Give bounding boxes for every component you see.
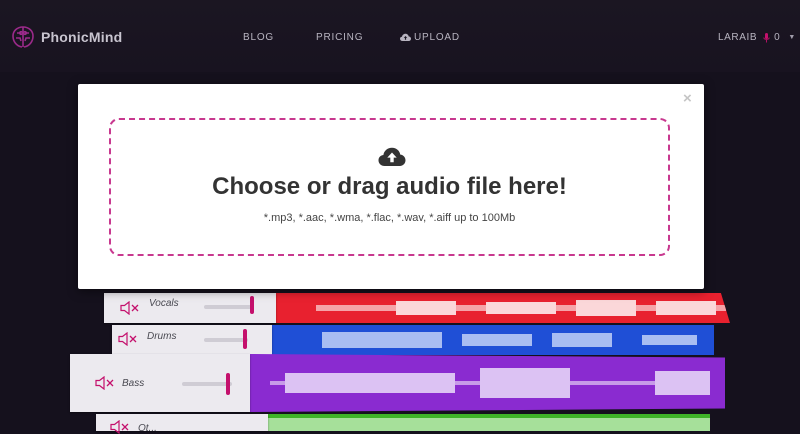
supported-formats-text: *.mp3, *.aac, *.wma, *.flac, *.wav, *.ai… [263,212,516,224]
track-others-label: Ot... [138,423,157,434]
nav-link-blog[interactable]: BLOG [243,32,274,43]
top-navigation-bar: PhonicMind BLOG PRICING UPLOAD LARAIB 0 … [0,0,800,72]
credit-count: 0 [774,32,781,43]
speaker-mute-icon[interactable] [120,301,140,315]
track-drums: Drums [112,325,714,355]
track-vocals-controls: Vocals [104,293,276,323]
nav-link-upload[interactable]: UPLOAD [400,32,460,43]
waveform-bass [250,354,725,412]
volume-slider-vocals[interactable] [204,305,252,309]
brand-name: PhonicMind [41,29,123,45]
track-bass: Bass [70,354,725,412]
waveform-drums [272,325,714,355]
speaker-mute-icon[interactable] [118,332,138,346]
track-others: Ot... [96,414,710,434]
user-menu[interactable]: LARAIB 0 ▼ [718,32,796,43]
brain-logo-icon [12,26,34,48]
waveform-others-graphic [268,418,710,431]
dropzone-title: Choose or drag audio file here! [212,173,567,200]
track-vocals: Vocals [104,293,730,323]
close-icon[interactable]: × [683,90,692,107]
volume-knob-vocals[interactable] [250,296,254,314]
track-bass-label: Bass [122,378,145,389]
waveform-bass-graphic [270,368,710,398]
cloud-upload-icon [400,33,411,41]
username: LARAIB [718,32,758,43]
nav-link-upload-label: UPLOAD [414,32,460,43]
track-others-controls: Ot... [96,414,268,434]
track-vocals-label: Vocals [149,298,179,309]
cloud-upload-icon [378,147,406,166]
upload-modal: × Choose or drag audio file here! *.mp3,… [78,84,704,289]
microphone-icon [763,32,770,42]
waveform-vocals [276,293,730,323]
chevron-down-icon[interactable]: ▼ [788,34,796,41]
waveform-drums-graphic [322,332,697,348]
file-dropzone[interactable]: Choose or drag audio file here! *.mp3, *… [109,118,670,256]
track-drums-label: Drums [147,331,177,342]
volume-knob-drums[interactable] [243,329,247,349]
volume-knob-bass[interactable] [226,373,230,395]
speaker-mute-icon[interactable] [110,420,130,434]
track-drums-controls: Drums [112,325,272,355]
volume-slider-bass[interactable] [182,382,232,386]
nav-link-pricing[interactable]: PRICING [316,32,363,43]
waveform-others [268,414,710,431]
track-bass-controls: Bass [70,354,250,412]
speaker-mute-icon[interactable] [95,376,115,390]
volume-slider-drums[interactable] [204,338,248,342]
waveform-vocals-graphic [316,300,726,316]
brand-logo[interactable]: PhonicMind [10,24,122,50]
